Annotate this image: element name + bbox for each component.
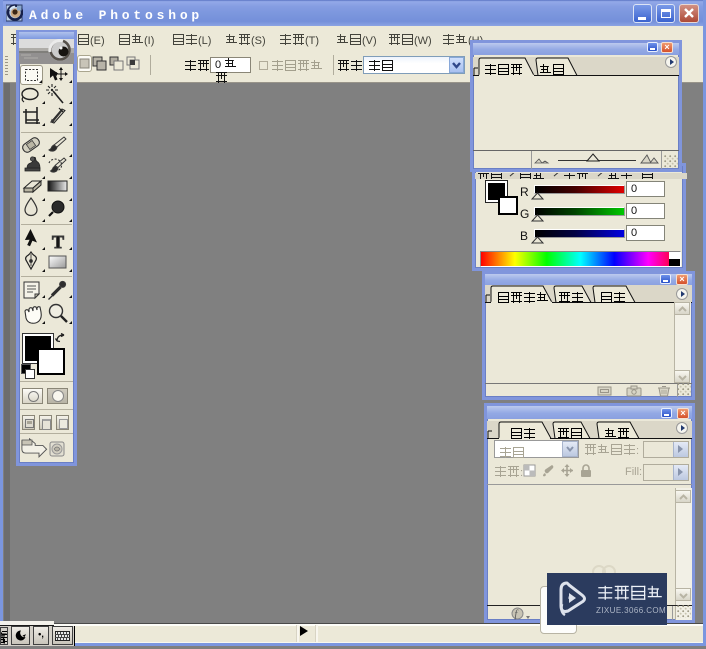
svg-text:T: T <box>52 232 64 252</box>
